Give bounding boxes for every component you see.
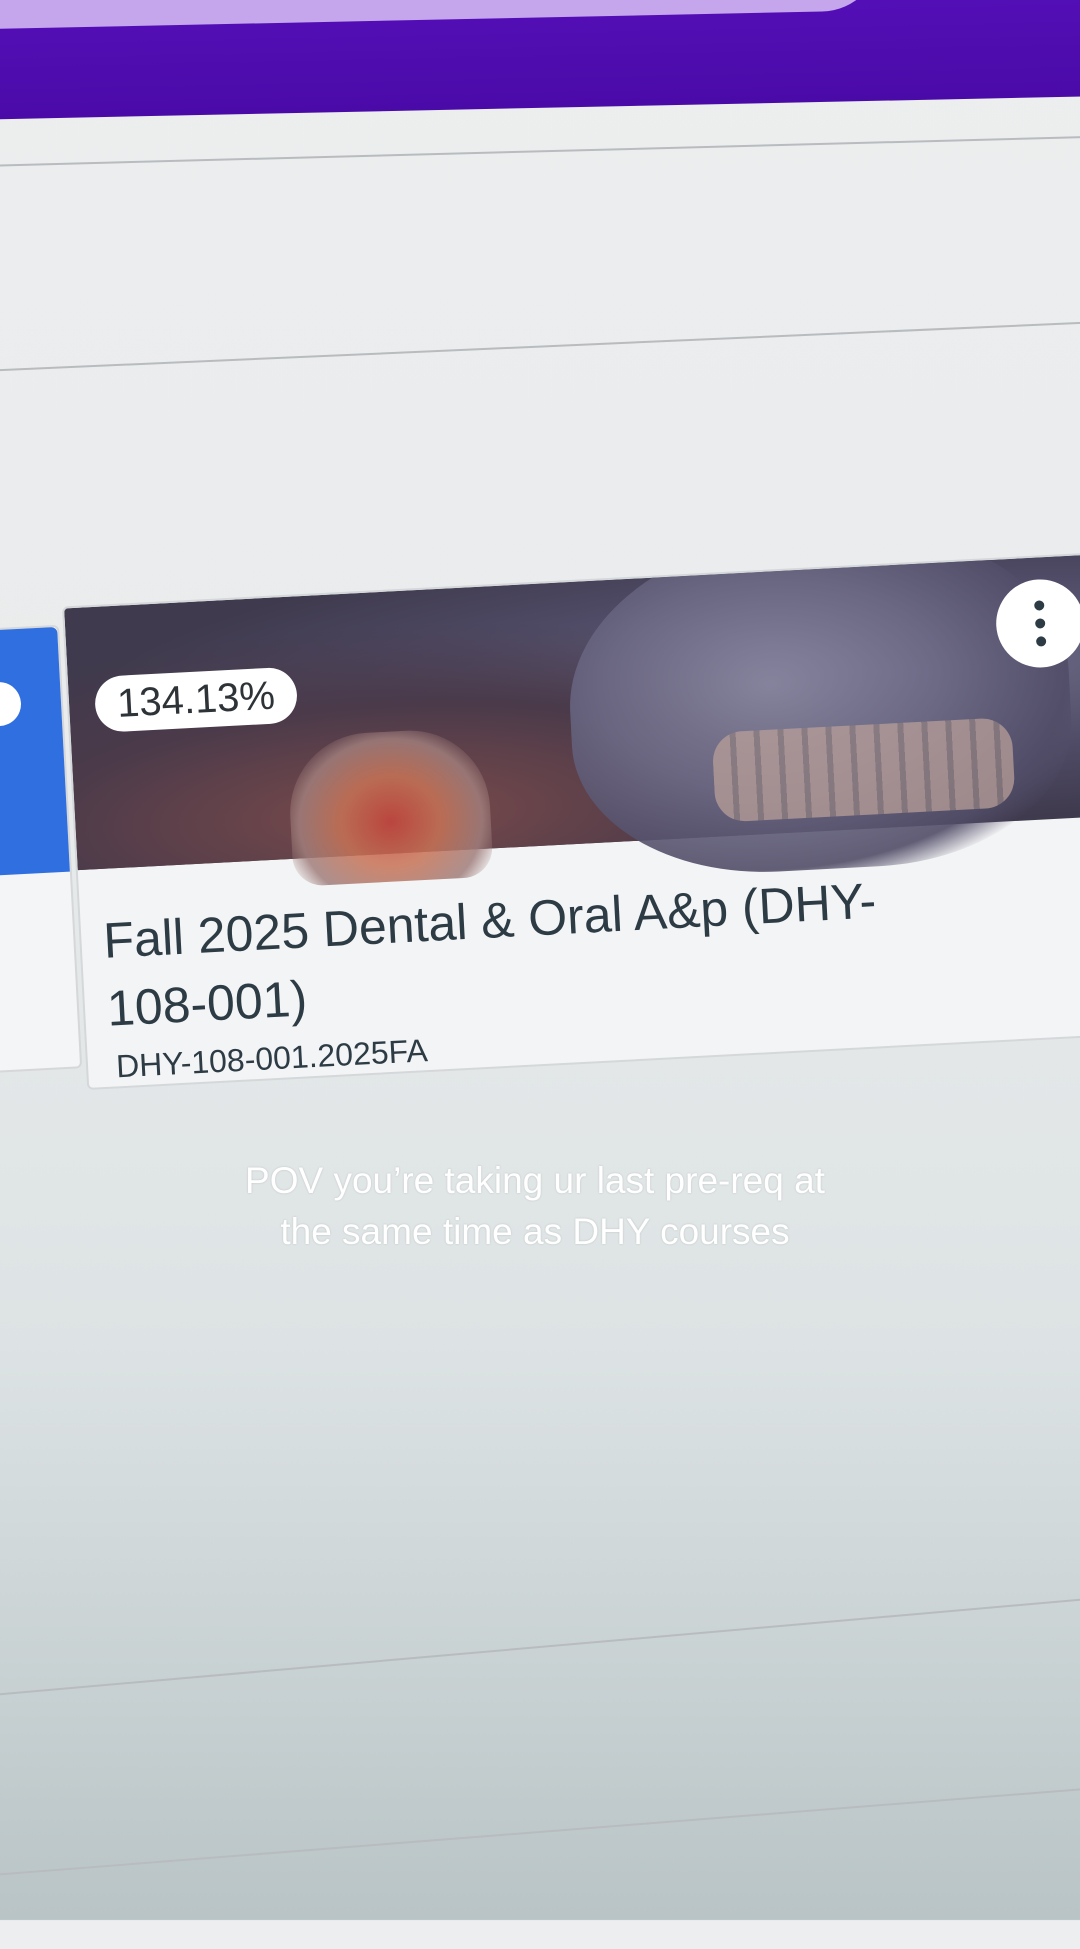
course-title[interactable]: Fall 2025 Dental & Oral A&p (DHY-108-001…	[102, 864, 928, 1043]
more-options-icon[interactable]	[0, 680, 23, 728]
video-caption: POV you’re taking ur last pre-req at the…	[245, 1160, 825, 1252]
tooth-illustration	[286, 726, 494, 887]
kebab-icon	[1034, 600, 1047, 647]
course-card-image	[0, 626, 70, 878]
dashboard-card-area: 134.13% Fall 2025 Dental & Oral A&p (DHY…	[0, 0, 1080, 1947]
course-card[interactable]: 134.13% Fall 2025 Dental & Oral A&p (DHY…	[61, 550, 1080, 1090]
grade-badge: 134.13%	[93, 666, 299, 733]
course-code: DHY-108-001.2025FA	[115, 1032, 429, 1085]
teeth-illustration	[711, 717, 1016, 823]
skull-illustration	[561, 550, 1079, 882]
course-card-image: 134.13%	[64, 550, 1080, 887]
